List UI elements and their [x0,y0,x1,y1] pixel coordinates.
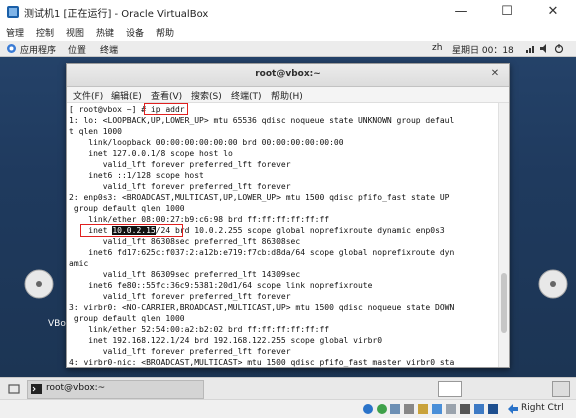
output-line: link/ether 52:54:00:a2:b2:02 brd ff:ff:f… [69,325,330,334]
term-menu-search[interactable]: 搜索(S) [191,89,222,102]
menu-manage[interactable]: 管理 [6,26,24,39]
output-line: group default qlen 1000 [69,314,185,323]
hostkey-arrow-icon [508,404,518,414]
virtualbox-app-icon [7,6,19,18]
volume-icon[interactable] [540,44,550,53]
output-line: 1: lo: <LOOPBACK,UP,LOWER_UP> mtu 65536 … [69,116,455,125]
vbox-status-icons[interactable] [362,403,507,415]
applications-menu[interactable]: 应用程序 [20,43,56,56]
vbox-menubar: 管理 控制 视图 热键 设备 帮助 [0,24,576,41]
scrollbar-thumb[interactable] [501,273,507,333]
terminal-menu[interactable]: 终端 [100,43,118,56]
taskbar-item-label: root@vbox:~ [46,383,106,393]
output-line: inet 127.0.0.1/8 scope host lo [69,149,233,158]
workspace-switcher[interactable] [438,381,462,397]
output-line: inet6 fd17:625c:f037:2:a12b:e719:f7cb:d8… [69,248,455,257]
output-line: group default qlen 1000 [69,204,185,213]
gnome-topbar: 应用程序 位置 终端 zh 星期日 00：18 [0,41,576,57]
output-line: t qlen 1000 [69,127,122,136]
terminal-icon [31,384,42,394]
hostkey-label: Right Ctrl [521,403,564,413]
term-menu-help[interactable]: 帮助(H) [271,89,303,102]
places-menu[interactable]: 位置 [68,43,86,56]
clock[interactable]: 星期日 00：18 [452,43,514,56]
terminal-scrollbar[interactable] [498,103,509,367]
term-menu-terminal[interactable]: 终端(T) [231,89,262,102]
network-icon[interactable] [526,44,536,53]
power-icon[interactable] [554,44,564,53]
output-line: inet6 fe80::55fc:36c9:5381:20d1/64 scope… [69,281,373,290]
output-line: valid_lft forever preferred_lft forever [69,182,291,191]
output-line: inet6 ::1/128 scope host [69,171,204,180]
guest-screen[interactable]: 应用程序 位置 终端 zh 星期日 00：18 VBo root@vbox:~ … [0,41,576,377]
terminal-menubar: 文件(F) 编辑(E) 查看(V) 搜索(S) 终端(T) 帮助(H) [67,87,509,103]
inet-rest: /24 brd 10.0.2.255 scope global noprefix… [155,226,445,235]
output-line: valid_lft forever preferred_lft forever [69,347,291,356]
terminal-title: root@vbox:~ [255,69,321,79]
output-line: valid_lft 86308sec preferred_lft 86308se… [69,237,301,246]
notification-button[interactable] [552,381,570,397]
restore-button[interactable]: ☐ [484,0,530,24]
terminal-output[interactable]: [ root@vbox ~] # ip addr 1: lo: <LOOPBAC… [67,103,499,367]
output-line: valid_lft forever preferred_lft forever [69,160,291,169]
terminal-close-button[interactable]: ✕ [489,68,501,80]
applications-icon [7,44,16,53]
taskbar-terminal-item[interactable]: root@vbox:~ [27,380,204,399]
close-button[interactable]: ✕ [530,0,576,24]
output-line: 3: virbr0: <NO-CARRIER,BROADCAST,MULTICA… [69,303,455,312]
desktop-label-vbox: VBo [48,319,66,329]
minimize-button[interactable]: — [438,0,484,24]
input-language[interactable]: zh [432,43,442,53]
prompt: [ root@vbox ~] # [69,105,151,114]
output-line: valid_lft forever preferred_lft forever [69,292,291,301]
output-line: amic [69,259,89,268]
menu-hotkeys[interactable]: 热键 [96,26,114,39]
output-line: 4: virbr0-nic: <BROADCAST,MULTICAST> mtu… [69,358,455,367]
terminal-titlebar[interactable]: root@vbox:~ ✕ [67,64,509,87]
menu-view[interactable]: 视图 [66,26,84,39]
vbox-titlebar: 测试机1 [正在运行] - Oracle VirtualBox — ☐ ✕ [0,0,576,24]
output-line: valid_lft 86309sec preferred_lft 14309se… [69,270,301,279]
output-line: link/loopback 00:00:00:00:00:00 brd 00:0… [69,138,344,147]
terminal-window[interactable]: root@vbox:~ ✕ 文件(F) 编辑(E) 查看(V) 搜索(S) 终端… [66,63,510,368]
output-line: inet 192.168.122.1/24 brd 192.168.122.25… [69,336,383,345]
menu-control[interactable]: 控制 [36,26,54,39]
term-menu-view[interactable]: 查看(V) [151,89,182,102]
gnome-bottom-panel: root@vbox:~ [0,377,576,400]
window-title: 测试机1 [正在运行] - Oracle VirtualBox [24,9,209,20]
command-highlight-box [144,103,188,115]
desktop-disc-icon-right[interactable] [538,266,568,314]
menu-help[interactable]: 帮助 [156,26,174,39]
desktop-disc-icon[interactable] [24,266,54,314]
term-menu-edit[interactable]: 编辑(E) [111,89,142,102]
menu-devices[interactable]: 设备 [126,26,144,39]
vbox-statusbar: Right Ctrl [0,399,576,418]
term-menu-file[interactable]: 文件(F) [73,89,103,102]
show-desktop-icon[interactable] [8,383,20,395]
output-line: 2: enp0s3: <BROADCAST,MULTICAST,UP,LOWER… [69,193,450,202]
